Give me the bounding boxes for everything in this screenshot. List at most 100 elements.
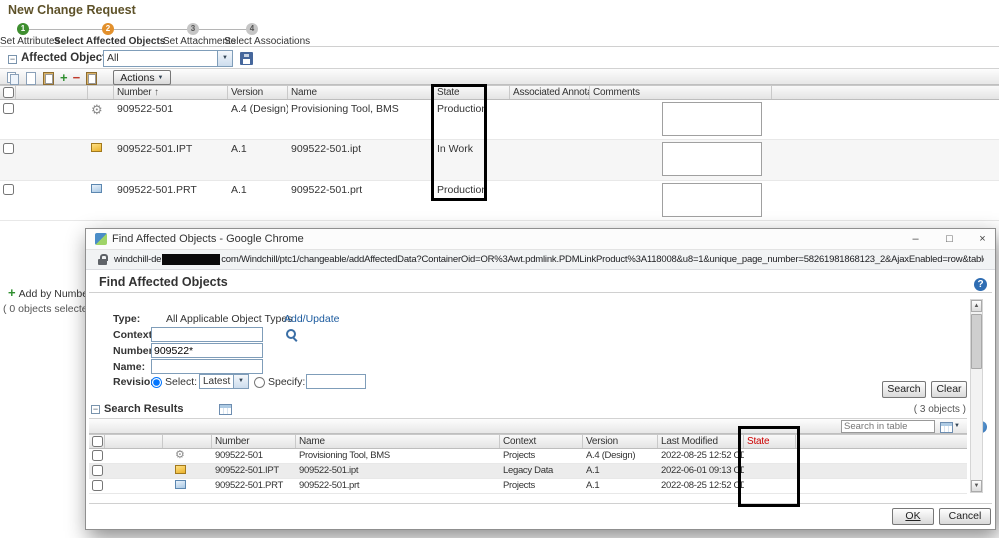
copy-icon[interactable] bbox=[6, 71, 19, 84]
search-in-table-input[interactable] bbox=[841, 420, 935, 433]
wizard-step-2-number: 2 bbox=[106, 24, 110, 33]
name-input[interactable] bbox=[151, 359, 263, 374]
select-all-checkbox[interactable] bbox=[3, 87, 14, 98]
column-header-number-label: Number bbox=[117, 87, 151, 98]
address-bar[interactable]: windchill-decom/Windchill/ptc1/changeabl… bbox=[86, 250, 995, 270]
save-view-icon[interactable] bbox=[240, 52, 253, 65]
window-title-bar[interactable]: Find Affected Objects - Google Chrome – … bbox=[86, 229, 995, 250]
column-header-name[interactable]: Name bbox=[296, 435, 500, 448]
dialog-scrollbar[interactable]: ▲ ▼ bbox=[970, 299, 983, 493]
cell-number: 909522-501.IPT bbox=[212, 464, 296, 477]
comments-textarea[interactable] bbox=[662, 142, 762, 176]
column-header-number[interactable]: Number bbox=[212, 435, 296, 448]
object-count-text: ( 3 objects ) bbox=[866, 404, 966, 415]
column-header-context[interactable]: Context bbox=[500, 435, 583, 448]
scroll-down-arrow[interactable]: ▼ bbox=[971, 480, 982, 492]
search-results-collapse-toggle[interactable]: − bbox=[91, 405, 100, 414]
chevron-down-icon[interactable]: ▼ bbox=[233, 375, 248, 388]
cell-annotations bbox=[510, 100, 590, 106]
view-selector-icon[interactable] bbox=[940, 422, 953, 433]
remove-object-icon[interactable]: − bbox=[73, 71, 81, 84]
results-table-row[interactable]: 909522-501.IPT 909522-501.ipt Legacy Dat… bbox=[89, 464, 967, 479]
wizard-step-1[interactable]: 1 bbox=[17, 23, 29, 35]
chevron-down-icon[interactable]: ▼ bbox=[217, 51, 232, 66]
scrollbar-thumb[interactable] bbox=[971, 314, 982, 369]
affected-objects-section-title: Affected Objects bbox=[21, 52, 112, 64]
sort-ascending-icon[interactable]: ↑ bbox=[154, 87, 159, 98]
wizard-connector-line bbox=[23, 29, 252, 30]
add-by-number-link[interactable]: + Add by Number bbox=[8, 286, 92, 300]
url-text[interactable]: windchill-decom/Windchill/ptc1/changeabl… bbox=[114, 254, 984, 265]
comments-textarea[interactable] bbox=[662, 102, 762, 136]
add-object-icon[interactable]: + bbox=[60, 71, 68, 84]
comments-textarea[interactable] bbox=[662, 183, 762, 217]
table-icon bbox=[219, 404, 232, 415]
wizard-step-3[interactable]: 3 bbox=[187, 23, 199, 35]
affected-objects-toolbar: + − Actions ▼ bbox=[0, 68, 999, 85]
cell-annotations bbox=[510, 140, 590, 146]
revision-dropdown[interactable]: Latest ▼ bbox=[199, 374, 249, 389]
actions-menu-label: Actions bbox=[120, 72, 154, 84]
revision-select-radio[interactable] bbox=[151, 377, 162, 388]
context-input[interactable] bbox=[151, 327, 263, 342]
windchill-change-request-screen: New Change Request 1 2 3 4 Set Attribute… bbox=[0, 0, 999, 538]
search-button[interactable]: Search bbox=[882, 381, 926, 398]
minimize-button[interactable]: – bbox=[908, 232, 923, 247]
context-search-icon[interactable] bbox=[285, 328, 297, 340]
row-checkbox[interactable] bbox=[3, 143, 14, 154]
results-table-row[interactable]: 909522-501.PRT 909522-501.prt Projects A… bbox=[89, 479, 967, 494]
row-checkbox[interactable] bbox=[92, 450, 103, 461]
revision-specify-radio[interactable] bbox=[254, 377, 265, 388]
row-checkbox[interactable] bbox=[3, 184, 14, 195]
number-input[interactable] bbox=[151, 343, 263, 358]
column-header-number[interactable]: Number ↑ bbox=[114, 86, 228, 99]
footer-divider bbox=[89, 503, 992, 504]
favicon bbox=[95, 233, 107, 245]
state-column-highlight-box bbox=[431, 84, 487, 201]
clear-button[interactable]: Clear bbox=[931, 381, 967, 398]
name-label: Name: bbox=[113, 361, 145, 373]
new-document-icon[interactable] bbox=[24, 71, 37, 84]
cancel-button[interactable]: Cancel bbox=[939, 508, 991, 525]
column-header-comments[interactable]: Comments bbox=[590, 86, 772, 99]
affected-objects-collapse-toggle[interactable]: − bbox=[8, 55, 17, 64]
table-row: 909522-501.PRT A.1 909522-501.prt Produc… bbox=[0, 181, 999, 221]
row-checkbox[interactable] bbox=[3, 103, 14, 114]
select-all-checkbox-cell bbox=[89, 435, 105, 448]
row-checkbox[interactable] bbox=[92, 480, 103, 491]
view-dropdown[interactable]: All ▼ bbox=[103, 50, 233, 67]
paste-special-icon[interactable] bbox=[85, 71, 98, 84]
add-update-link[interactable]: Add/Update bbox=[284, 313, 339, 325]
header-divider bbox=[0, 46, 999, 47]
scroll-up-arrow[interactable]: ▲ bbox=[971, 300, 982, 312]
wizard-step-4[interactable]: 4 bbox=[246, 23, 258, 35]
close-button[interactable]: × bbox=[975, 232, 990, 247]
cell-name: Provisioning Tool, BMS bbox=[296, 449, 500, 462]
actions-menu-button[interactable]: Actions ▼ bbox=[113, 70, 170, 85]
column-header-associated-annotations[interactable]: Associated Annotations bbox=[510, 86, 590, 99]
specify-input[interactable] bbox=[306, 374, 366, 389]
column-header-version[interactable]: Version bbox=[228, 86, 288, 99]
select-label: Select: bbox=[165, 376, 197, 388]
row-checkbox[interactable] bbox=[92, 465, 103, 476]
cad-part-yellow-icon bbox=[91, 143, 102, 152]
revision-dropdown-value: Latest bbox=[200, 375, 233, 388]
paste-icon[interactable] bbox=[42, 71, 55, 84]
ok-button[interactable]: OK bbox=[892, 508, 934, 525]
page-title: New Change Request bbox=[8, 3, 136, 17]
wizard-step-2[interactable]: 2 bbox=[102, 23, 114, 35]
help-icon[interactable]: ? bbox=[974, 278, 987, 291]
row-filler bbox=[796, 479, 967, 481]
results-table-row[interactable]: ⚙ 909522-501 Provisioning Tool, BMS Proj… bbox=[89, 449, 967, 464]
column-header-last-modified[interactable]: Last Modified bbox=[658, 435, 744, 448]
row-spacer bbox=[16, 181, 88, 187]
cell-last-modified: 2022-08-25 12:52 CDT bbox=[658, 479, 744, 492]
column-header-name[interactable]: Name bbox=[288, 86, 434, 99]
cell-name: 909522-501.ipt bbox=[296, 464, 500, 477]
chevron-down-icon[interactable]: ▼ bbox=[954, 423, 960, 429]
select-all-checkbox[interactable] bbox=[92, 436, 103, 447]
cell-name: Provisioning Tool, BMS bbox=[288, 100, 434, 118]
column-header-version[interactable]: Version bbox=[583, 435, 658, 448]
url-prefix: windchill-de bbox=[114, 254, 161, 265]
maximize-button[interactable]: □ bbox=[942, 232, 957, 247]
